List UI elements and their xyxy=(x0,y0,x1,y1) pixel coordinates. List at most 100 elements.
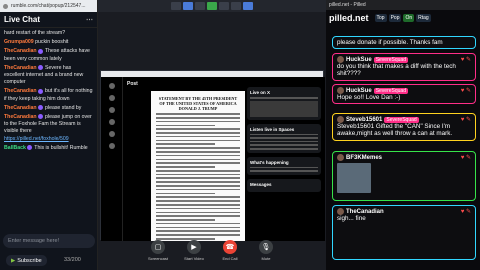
chat-message: TheCanadian but it's all for nothing if … xyxy=(4,88,93,102)
participant-tile[interactable] xyxy=(207,2,217,10)
message-user[interactable]: TheCanadian xyxy=(4,105,37,111)
text-line xyxy=(156,181,240,183)
message-text: sigh... fine xyxy=(337,215,366,222)
subscribe-label: Subscribe xyxy=(17,257,42,264)
chat-card[interactable]: please donate if possible. Thanks fam xyxy=(332,36,476,50)
message-user[interactable]: BallBack xyxy=(4,145,26,151)
message-text: Hope so!! Love Dan :-) xyxy=(337,94,401,101)
message-user[interactable]: TheCanadian xyxy=(4,65,37,71)
reaction-icon[interactable]: ♥ ✎ xyxy=(461,116,471,123)
control-label: Mute xyxy=(261,256,271,261)
text-line xyxy=(156,188,240,191)
text-line xyxy=(156,151,240,153)
start-video-button[interactable]: ▶ Start Video xyxy=(183,240,205,261)
chat-message: TheCanadian please stand by xyxy=(4,105,93,112)
message-user[interactable]: TheCanadian xyxy=(4,114,37,120)
participant-tile[interactable] xyxy=(183,2,193,10)
subscribe-button[interactable]: ▶ Subscribe xyxy=(6,255,47,266)
camera-icon: ▶ xyxy=(187,240,201,254)
participant-tile[interactable] xyxy=(219,2,229,10)
participant-tile[interactable] xyxy=(195,2,205,10)
chat-card[interactable]: Steveb15601 SevereSquad ♥ ✎ Steveb15601 … xyxy=(332,113,476,141)
chat-card[interactable]: BF3KMemes ♥ ✎ xyxy=(332,151,476,201)
foxhole-link[interactable]: https://pilled.net/foxhole/509 xyxy=(4,136,69,142)
avatar[interactable] xyxy=(337,116,344,123)
url-text[interactable]: rumble.com/chat/popup/212547... xyxy=(11,3,94,9)
text-line xyxy=(156,226,240,229)
end-call-button[interactable]: ☎ End Call xyxy=(219,240,241,261)
x-post-page: Post STATEMENT BY THE 45TH PRESIDENT OF … xyxy=(101,77,325,241)
message-text: do you think that makes a diff with the … xyxy=(337,63,456,78)
badge-icon xyxy=(37,64,43,70)
text-line xyxy=(156,116,240,119)
search-icon xyxy=(108,107,115,113)
text-line xyxy=(156,219,215,221)
text-line xyxy=(156,203,240,206)
chat-card[interactable]: HuckSue SevereSquad ♥ ✎ Hope so!! Love D… xyxy=(332,84,476,105)
chat-message-list[interactable]: hard restart of the stream? Gnumpa009 pu… xyxy=(0,28,97,156)
statement-heading: STATEMENT BY THE 45TH PRESIDENT OF THE U… xyxy=(158,96,238,111)
card-header: HuckSue SevereSquad ♥ ✎ xyxy=(337,87,471,94)
message-user[interactable]: TheCanadian xyxy=(4,48,37,54)
spaces-card[interactable]: Listen live in Spaces xyxy=(247,123,321,153)
chat-card[interactable]: HuckSue SevereSquad ♥ ✎ do you think tha… xyxy=(332,53,476,81)
chat-message: TheCanadian please jump on over to the F… xyxy=(4,114,93,143)
text-line xyxy=(156,132,240,134)
username[interactable]: HuckSue xyxy=(346,57,372,63)
messages-card[interactable]: Messages xyxy=(247,178,321,192)
screencast-button[interactable]: ▢ Screencast xyxy=(147,240,169,261)
tab-title[interactable]: pilled.net - Pilled xyxy=(329,2,366,8)
trending-card[interactable]: What's happening xyxy=(247,156,321,175)
message-text: Steveb15601 Gifted the "CAN" Since I'm a… xyxy=(337,123,453,138)
shared-screen: Post STATEMENT BY THE 45TH PRESIDENT OF … xyxy=(100,70,325,241)
avatar[interactable] xyxy=(337,87,344,94)
badge-icon xyxy=(37,48,43,54)
avatar[interactable] xyxy=(337,56,344,63)
text-line xyxy=(156,169,240,172)
reaction-icon[interactable]: ♥ ✎ xyxy=(461,208,471,215)
pilled-logo[interactable]: pilled.net xyxy=(329,13,369,23)
message-text: please donate if possible. Thanks fam xyxy=(337,39,443,46)
card-header: TheCanadian ♥ ✎ xyxy=(337,208,471,215)
tab-top[interactable]: Top xyxy=(374,14,387,22)
tab-pop[interactable]: Pop xyxy=(388,14,402,22)
browser-address-bar[interactable]: rumble.com/chat/popup/212547... xyxy=(0,0,97,12)
text-line xyxy=(156,120,240,123)
mute-button[interactable]: 🎙 Mute xyxy=(255,240,277,261)
text-line xyxy=(156,185,240,187)
chat-card[interactable]: TheCanadian ♥ ✎ sigh... fine xyxy=(332,205,476,260)
control-label: End Call xyxy=(222,256,238,261)
participant-tile[interactable] xyxy=(171,2,181,10)
participant-tile[interactable] xyxy=(243,2,253,10)
message-user[interactable]: TheCanadian xyxy=(4,88,37,94)
badge-icon xyxy=(26,144,32,150)
shared-image[interactable] xyxy=(337,163,371,193)
card-header: Steveb15601 SevereSquad ♥ ✎ xyxy=(337,116,471,123)
chat-input-placeholder: Enter message here! xyxy=(8,238,60,244)
message-user[interactable]: Gnumpa009 xyxy=(4,39,34,45)
username[interactable]: BF3KMemes xyxy=(346,155,382,161)
text-line xyxy=(156,222,240,225)
chat-input[interactable]: Enter message here! xyxy=(3,234,95,248)
tab-on[interactable]: On xyxy=(403,14,415,22)
participant-tile[interactable] xyxy=(231,2,241,10)
pilled-chat-window: pilled.net - Pilled pilled.net Top Pop O… xyxy=(326,0,480,270)
text-line xyxy=(250,140,318,143)
text-line xyxy=(250,170,318,172)
x-right-column: Live on X Listen live in Spaces What's h… xyxy=(247,87,321,196)
chat-message: BallBack This is bullshit! Rumble xyxy=(4,145,93,152)
post-header: Post xyxy=(127,81,138,87)
username[interactable]: HuckSue xyxy=(346,88,372,94)
reaction-icon[interactable]: ♥ ✎ xyxy=(461,56,471,63)
more-icon[interactable]: ⋯ xyxy=(86,16,93,24)
reaction-icon[interactable]: ♥ ✎ xyxy=(461,154,471,161)
avatar[interactable] xyxy=(337,208,344,215)
reaction-icon[interactable]: ♥ ✎ xyxy=(461,87,471,94)
live-card[interactable]: Live on X xyxy=(247,87,321,120)
username[interactable]: TheCanadian xyxy=(346,209,384,215)
text-line xyxy=(156,230,240,232)
username[interactable]: Steveb15601 xyxy=(346,117,382,123)
microphone-icon: 🎙 xyxy=(259,240,273,254)
avatar[interactable] xyxy=(337,154,344,161)
tab-rtag[interactable]: Rtag xyxy=(416,14,431,22)
